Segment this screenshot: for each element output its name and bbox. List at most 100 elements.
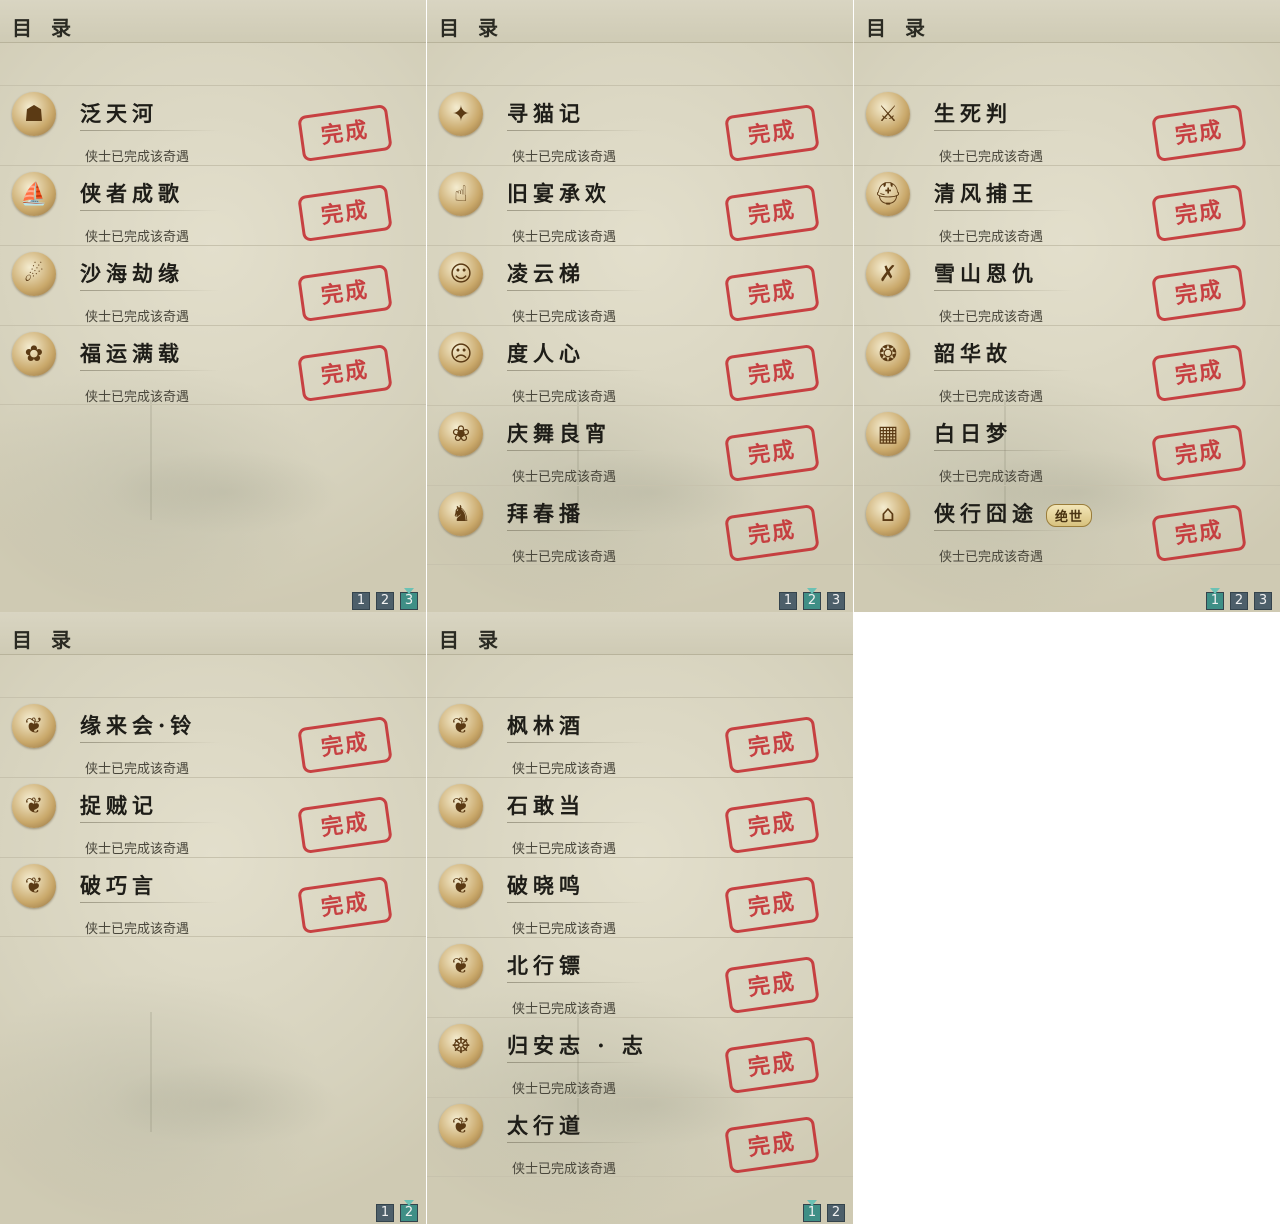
adventure-row[interactable]: ❦ 石敢当 侠士已完成该奇遇 完成 [427,777,853,857]
adventure-row[interactable]: ☗ 泛天河 侠士已完成该奇遇 完成 [0,85,426,165]
adventure-list: ❦ 枫林酒 侠士已完成该奇遇 完成 ❦ 石敢当 侠士已完成该奇遇 完成 ❦ 破晓… [427,697,853,1177]
adventure-row[interactable]: ✦ 寻猫记 侠士已完成该奇遇 完成 [427,85,853,165]
adventure-name: 泛天河 [80,98,158,128]
lion-dance-icon: ❀ [439,412,497,456]
pagination: 12 [803,1200,845,1222]
adventure-row[interactable]: ▦ 白日梦 侠士已完成该奇遇 完成 [854,405,1280,485]
completion-status: 侠士已完成该奇遇 [512,230,617,245]
adventure-row[interactable]: ❦ 枫林酒 侠士已完成该奇遇 完成 [427,697,853,777]
adventure-name: 雪山恩仇 [934,258,1038,288]
page-button[interactable]: 2 [1230,592,1248,610]
journal-panel: 目 录 ❦ 缘来会·铃 侠士已完成该奇遇 完成 ❦ 捉贼记 侠士已完成该奇遇 完… [0,612,426,1224]
adventure-row[interactable]: ❦ 北行镖 侠士已完成该奇遇 完成 [427,937,853,1017]
completed-stamp: 完成 [724,343,820,403]
panel-header: 目 录 [427,0,853,43]
adventure-row[interactable]: ♞ 拜春播 侠士已完成该奇遇 完成 [427,485,853,565]
completion-status: 侠士已完成该奇遇 [939,470,1044,485]
adventure-name-text: 缘来会·铃 [80,713,197,738]
journal-panel: 目 录 ❦ 枫林酒 侠士已完成该奇遇 完成 ❦ 石敢当 侠士已完成该奇遇 完成 … [427,612,853,1224]
page-button[interactable]: 2 [376,592,394,610]
completed-stamp: 完成 [297,343,393,403]
cat-icon: ❦ [12,784,70,828]
adventure-row[interactable]: ☝ 旧宴承欢 侠士已完成该奇遇 完成 [427,165,853,245]
adventure-name: 拜春播 [507,498,585,528]
journal-panel: 目 录 ☗ 泛天河 侠士已完成该奇遇 完成 ⛵ 侠者成歌 侠士已完成该奇遇 完成… [0,0,426,612]
completion-status: 侠士已完成该奇遇 [512,550,617,565]
adventure-name: 侠者成歌 [80,178,184,208]
panel-header: 目 录 [0,612,426,655]
adventure-name-text: 清风捕王 [934,181,1038,206]
panel-header: 目 录 [0,0,426,43]
completed-stamp: 完成 [724,503,820,563]
completion-status: 侠士已完成该奇遇 [85,922,190,937]
adventure-row[interactable]: ✿ 福运满载 侠士已完成该奇遇 完成 [0,325,426,405]
adventure-row[interactable]: ⛵ 侠者成歌 侠士已完成该奇遇 完成 [0,165,426,245]
page-button[interactable]: 1 [803,1200,821,1222]
adventure-row[interactable]: ❦ 捉贼记 侠士已完成该奇遇 完成 [0,777,426,857]
adventure-row[interactable]: ☄ 沙海劫缘 侠士已完成该奇遇 完成 [0,245,426,325]
cat-icon: ❦ [439,1104,497,1148]
name-underline [507,902,647,903]
name-underline [507,1062,647,1063]
adventure-row[interactable]: ☹ 度人心 侠士已完成该奇遇 完成 [427,325,853,405]
thumbs-up-icon: ☝ [439,172,497,216]
completed-stamp: 完成 [724,955,820,1015]
completed-stamp: 完成 [724,795,820,855]
name-underline [80,742,220,743]
page-button[interactable]: 1 [352,592,370,610]
completed-stamp: 完成 [297,263,393,323]
raccoon-icon: ✦ [439,92,497,136]
name-underline [507,982,647,983]
adventure-name-text: 雪山恩仇 [934,261,1038,286]
adventure-name-text: 石敢当 [507,793,585,818]
adventure-name: 捉贼记 [80,790,158,820]
page-button[interactable]: 3 [400,588,418,610]
name-underline [80,902,220,903]
adventure-row[interactable]: ⌂ 侠行囧途 绝世 侠士已完成该奇遇 完成 [854,485,1280,565]
adventure-name-text: 破晓鸣 [507,873,585,898]
boat-icon: ⛵ [12,172,70,216]
adventure-name: 度人心 [507,338,585,368]
page-button[interactable]: 2 [803,588,821,610]
page-button[interactable]: 1 [779,592,797,610]
name-underline [80,290,220,291]
adventure-name-text: 白日梦 [934,421,1012,446]
adventure-list: ⚔ 生死判 侠士已完成该奇遇 完成 ⛑ 清风捕王 侠士已完成该奇遇 完成 ✗ 雪… [854,85,1280,565]
adventure-row[interactable]: ❦ 破晓鸣 侠士已完成该奇遇 完成 [427,857,853,937]
page-button[interactable]: 3 [827,592,845,610]
pagination: 12 [376,1200,418,1222]
completion-status: 侠士已完成该奇遇 [512,922,617,937]
adventure-row[interactable]: ❦ 太行道 侠士已完成该奇遇 完成 [427,1097,853,1177]
adventure-row[interactable]: ❦ 缘来会·铃 侠士已完成该奇遇 完成 [0,697,426,777]
cat-icon: ❦ [12,864,70,908]
adventure-name: 旧宴承欢 [507,178,611,208]
adventure-row[interactable]: ⚔ 生死判 侠士已完成该奇遇 完成 [854,85,1280,165]
adventure-row[interactable]: ⛑ 清风捕王 侠士已完成该奇遇 完成 [854,165,1280,245]
page-button[interactable]: 2 [827,1204,845,1222]
adventure-row[interactable]: ✗ 雪山恩仇 侠士已完成该奇遇 完成 [854,245,1280,325]
adventure-row[interactable]: ❀ 庆舞良宵 侠士已完成该奇遇 完成 [427,405,853,485]
name-underline [80,210,220,211]
completion-status: 侠士已完成该奇遇 [512,1162,617,1177]
name-underline [507,1142,647,1143]
page-button[interactable]: 1 [1206,588,1224,610]
adventure-row[interactable]: ❂ 韶华故 侠士已完成该奇遇 完成 [854,325,1280,405]
completed-stamp: 完成 [1151,343,1247,403]
name-underline [507,742,647,743]
adventure-row[interactable]: ❦ 破巧言 侠士已完成该奇遇 完成 [0,857,426,937]
completed-stamp: 完成 [297,795,393,855]
cat-icon: ❦ [12,704,70,748]
page-button[interactable]: 2 [400,1200,418,1222]
adventure-row[interactable]: ☸ 归安志 · 志 侠士已完成该奇遇 完成 [427,1017,853,1097]
adventure-name-text: 庆舞良宵 [507,421,611,446]
adventure-list: ❦ 缘来会·铃 侠士已完成该奇遇 完成 ❦ 捉贼记 侠士已完成该奇遇 完成 ❦ … [0,697,426,937]
adventure-row[interactable]: ☺ 凌云梯 侠士已完成该奇遇 完成 [427,245,853,325]
completion-status: 侠士已完成该奇遇 [939,310,1044,325]
name-underline [507,370,647,371]
panel-header: 目 录 [427,612,853,655]
rarity-badge: 绝世 [1046,504,1093,527]
background-mast [150,400,152,520]
page-button[interactable]: 3 [1254,592,1272,610]
completed-stamp: 完成 [1151,263,1247,323]
page-button[interactable]: 1 [376,1204,394,1222]
